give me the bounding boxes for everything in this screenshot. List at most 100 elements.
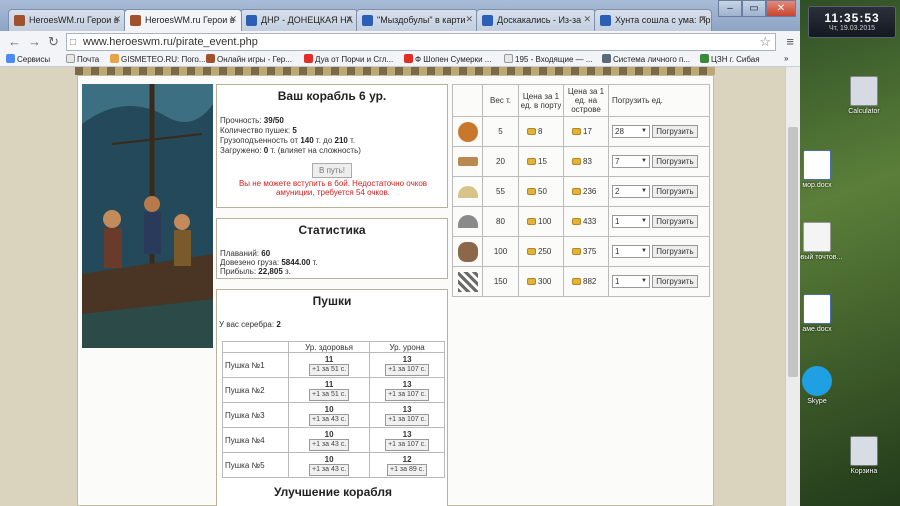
upgrade-damage-button[interactable]: +1 за 89 с. (387, 463, 428, 476)
table-row: 150 300 882 1 ▼ Погрузить (452, 266, 710, 297)
tab-dnr[interactable]: ДНР - ДОНЕЦКАЯ НА ✕ (240, 9, 358, 31)
close-icon[interactable]: ✕ (583, 14, 591, 25)
gold-icon (527, 218, 536, 225)
cargo-weight: 150 (482, 266, 519, 297)
close-icon[interactable]: ✕ (229, 14, 237, 25)
reload-icon[interactable]: ↻ (48, 34, 59, 50)
cannon-name: Пушка №4 (222, 427, 289, 453)
cannons-line: Количество пушек: 5 (220, 126, 297, 135)
tab-heroeswm-2[interactable]: HeroesWM.ru Герои в ✕ (124, 9, 242, 31)
cannon-name: Пушка №1 (222, 352, 289, 378)
gold-icon (527, 158, 536, 165)
desktop-icon-calculator[interactable]: Calculator (822, 76, 900, 115)
maximize-button[interactable]: ▭ (742, 0, 766, 17)
scrollbar-thumb[interactable] (788, 127, 798, 377)
island-price: 882 (583, 277, 597, 286)
port-price-header: Цена за 1 ед. в порту (518, 84, 564, 117)
load-button[interactable]: Погрузить (652, 275, 698, 288)
menu-icon[interactable]: ≡ (786, 34, 794, 49)
news-favicon-icon (600, 15, 611, 26)
table-header: Вес т. Цена за 1 ед. в порту Цена за 1 е… (452, 84, 710, 117)
word-document-icon (803, 150, 831, 180)
tab-myzdobuly[interactable]: "Мыздобулы" в карти ✕ (356, 9, 478, 31)
tab-hunta[interactable]: Хунта сошла с ума: Пр ✕ (594, 9, 712, 31)
close-window-button[interactable]: ✕ (766, 0, 796, 17)
damage-level: 12 (402, 454, 412, 464)
island-price: 375 (583, 247, 597, 256)
silver-value: 2 (276, 320, 281, 329)
tab-doskakalis[interactable]: Доскакались - Из-за ✕ (476, 9, 596, 31)
close-icon[interactable]: ✕ (113, 14, 121, 25)
upgrade-health-button[interactable]: +1 за 43 с. (309, 413, 350, 426)
close-icon[interactable]: ✕ (345, 14, 353, 25)
upgrade-health-button[interactable]: +1 за 43 с. (309, 438, 350, 451)
quantity-select[interactable]: 1 ▼ (612, 275, 650, 288)
bookmark-inbox[interactable]: 195 - Входящие — ... (504, 54, 593, 64)
quantity-select[interactable]: 7 ▼ (612, 155, 650, 168)
close-icon[interactable]: ✕ (699, 14, 707, 25)
news-favicon-icon (362, 15, 373, 26)
upgrade-health-button[interactable]: +1 за 43 с. (309, 463, 350, 476)
bookmarks-overflow-icon[interactable]: » (784, 54, 788, 63)
news-favicon-icon (246, 15, 257, 26)
fruit-basket-icon (457, 121, 478, 142)
bookmark-heroes[interactable]: Онлайн игры - Гер... (206, 54, 292, 64)
port-price: 50 (538, 187, 547, 196)
quantity-select[interactable]: 28 ▼ (612, 125, 650, 138)
bookmark-dua[interactable]: Дуа от Порчи и Сгл... (304, 54, 393, 64)
bookmark-system[interactable]: Система личного п... (602, 54, 690, 64)
upgrade-damage-button[interactable]: +1 за 107 с. (385, 388, 430, 401)
bookmark-gismeteo[interactable]: GISMETEO.RU: Пого... (110, 54, 206, 64)
bookmark-star-icon[interactable]: ☆ (759, 34, 771, 50)
quantity-select[interactable]: 1 ▼ (612, 215, 650, 228)
address-bar[interactable]: □ www.heroeswm.ru/pirate_event.php ☆ (66, 33, 776, 51)
cargo-weight: 80 (482, 206, 519, 237)
quantity-select[interactable]: 2 ▼ (612, 185, 650, 198)
upgrade-health-button[interactable]: +1 за 51 с. (309, 388, 350, 401)
cargo-weight: 20 (482, 146, 519, 177)
table-row: 80 100 433 1 ▼ Погрузить (452, 206, 710, 237)
durability-line: Прочность: 39/50 (220, 116, 284, 125)
gold-icon (527, 278, 536, 285)
set-sail-button[interactable]: В путь! (312, 163, 352, 178)
page-ornament (75, 67, 715, 75)
load-button[interactable]: Погрузить (652, 125, 698, 138)
bookmark-services[interactable]: Сервисы (6, 54, 50, 64)
upgrade-health-button[interactable]: +1 за 51 с. (309, 363, 350, 376)
load-button[interactable]: Погрузить (652, 245, 698, 258)
close-icon[interactable]: ✕ (465, 14, 473, 25)
page-icon (66, 54, 75, 63)
port-price: 300 (538, 277, 552, 286)
minimize-button[interactable]: – (718, 0, 742, 17)
back-icon[interactable]: ← (8, 34, 21, 49)
tab-heroeswm-1[interactable]: HeroesWM.ru Герои в ✕ (8, 9, 126, 31)
cargo-table: Вес т. Цена за 1 ед. в порту Цена за 1 е… (452, 84, 710, 297)
cannons-title: Пушки (312, 294, 352, 308)
browser-toolbar: ← → ↻ □ www.heroeswm.ru/pirate_event.php… (0, 31, 800, 53)
clock-time: 11:35:53 (824, 11, 880, 25)
load-button[interactable]: Погрузить (652, 155, 698, 168)
bookmark-czn[interactable]: ЦЗН г. Сибая (700, 54, 760, 64)
page-scrollbar[interactable] (785, 67, 800, 506)
wood-planks-icon (457, 157, 478, 167)
voyages-line: Плаваний: 60 (220, 249, 271, 258)
taskbar-clock[interactable]: 11:35:53 Чт, 19.03.2015 (808, 6, 896, 38)
quantity-select[interactable]: 1 ▼ (612, 245, 650, 258)
load-button[interactable]: Погрузить (652, 185, 698, 198)
gold-icon (572, 218, 581, 225)
tab-strip: HeroesWM.ru Герои в ✕ HeroesWM.ru Герои … (0, 0, 800, 31)
forward-icon[interactable]: → (28, 34, 41, 49)
desktop-icon-recycle-bin[interactable]: Корзина (822, 436, 900, 475)
upgrade-damage-button[interactable]: +1 за 107 с. (385, 363, 430, 376)
gold-icon (527, 248, 536, 255)
load-button[interactable]: Погрузить (652, 215, 698, 228)
bookmark-mail[interactable]: Почта (66, 54, 99, 64)
skype-icon (802, 366, 832, 396)
gold-icon (572, 188, 581, 195)
upgrade-damage-button[interactable]: +1 за 107 с. (385, 413, 430, 426)
bookmark-chopin[interactable]: Ф Шопен Сумерки ... (404, 54, 491, 64)
bookmarks-bar: Сервисы Почта GISMETEO.RU: Пого... Онлай… (0, 53, 800, 67)
cannons-table: Ур. здоровья Ур. урона Пушка №1 11 +1 за … (222, 341, 445, 478)
table-row: 55 50 236 2 ▼ Погрузить (452, 176, 710, 207)
upgrade-damage-button[interactable]: +1 за 107 с. (385, 438, 430, 451)
